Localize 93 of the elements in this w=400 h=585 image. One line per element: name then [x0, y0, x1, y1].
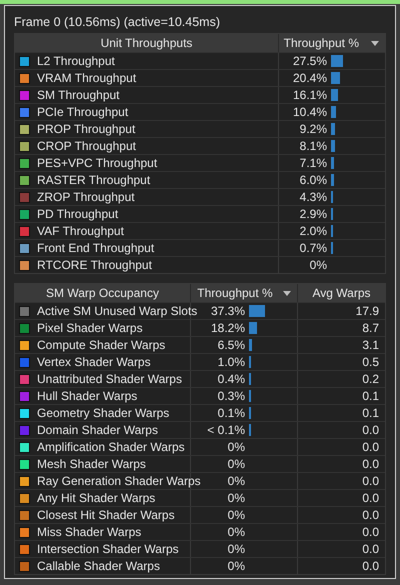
column-header[interactable]: SM Warp Occupancy	[15, 284, 191, 302]
throughput-value: 10.4%	[292, 104, 327, 121]
throughput-bar	[331, 106, 336, 118]
avg-warps-value: 0.0	[362, 507, 379, 524]
avg-warps-value: 0.0	[362, 473, 379, 490]
row-label: L2 Throughput	[37, 53, 115, 70]
throughput-value: 0%	[228, 439, 245, 456]
avg-warps-value: 0.1	[362, 405, 379, 422]
throughput-value: 2.0%	[300, 223, 327, 240]
throughput-value: 20.4%	[292, 70, 327, 87]
throughput-bar	[331, 55, 344, 67]
throughput-value: 0.1%	[218, 405, 245, 422]
row-label: Unattributed Shader Warps	[37, 371, 182, 388]
row-label: Front End Throughput	[37, 240, 154, 257]
throughput-value: 9.2%	[300, 121, 327, 138]
row-label: Amplification Shader Warps	[37, 439, 185, 456]
avg-warps-value: 0.2	[362, 371, 379, 388]
row-label: Any Hit Shader Warps	[37, 490, 156, 507]
throughput-value: 7.1%	[300, 155, 327, 172]
row-label: Callable Shader Warps	[37, 558, 160, 575]
avg-warps-value: 3.1	[362, 337, 379, 354]
row-label: Intersection Shader Warps	[37, 541, 179, 558]
throughput-value: 0%	[228, 507, 245, 524]
row-label: Geometry Shader Warps	[37, 405, 170, 422]
column-header[interactable]: Throughput %	[191, 284, 298, 302]
avg-warps-value: 0.0	[362, 541, 379, 558]
sort-icon	[371, 40, 379, 46]
row-label: Miss Shader Warps	[37, 524, 142, 541]
throughput-value: 18.2%	[210, 320, 245, 337]
column-header[interactable]: Unit Throughputs	[15, 34, 279, 52]
throughput-value: 0.3%	[218, 388, 245, 405]
throughput-value: 0%	[228, 524, 245, 541]
throughput-value: 0%	[310, 257, 327, 274]
throughput-bar	[249, 305, 266, 317]
throughput-value: 27.5%	[292, 53, 327, 70]
throughput-bar	[331, 140, 335, 152]
avg-warps-value: 0.5	[362, 354, 379, 371]
throughput-value: 2.9%	[300, 206, 327, 223]
row-label: Domain Shader Warps	[37, 422, 158, 439]
avg-warps-value: 17.9	[356, 303, 379, 320]
throughput-value: 0%	[228, 473, 245, 490]
throughput-value: 0.7%	[300, 240, 327, 257]
throughput-value: 0%	[228, 456, 245, 473]
throughput-value: 6.5%	[218, 337, 245, 354]
row-label: Mesh Shader Warps	[37, 456, 146, 473]
throughput-value: 0.4%	[218, 371, 245, 388]
avg-warps-value: 0.1	[362, 388, 379, 405]
row-label: CROP Throughput	[37, 138, 136, 155]
column-header[interactable]: Avg Warps	[298, 284, 385, 302]
throughput-value: 16.1%	[292, 87, 327, 104]
throughput-value: 0%	[228, 558, 245, 575]
row-label: Compute Shader Warps	[37, 337, 166, 354]
throughput-value: 0%	[228, 490, 245, 507]
frame-title: Frame 0 (10.56ms) (active=10.45ms)	[14, 14, 221, 31]
row-label: Vertex Shader Warps	[37, 354, 151, 371]
avg-warps-value: 0.0	[362, 490, 379, 507]
row-label: RTCORE Throughput	[37, 257, 152, 274]
throughput-bar	[331, 123, 336, 135]
row-label: Hull Shader Warps	[37, 388, 138, 405]
throughput-value: 4.3%	[300, 189, 327, 206]
avg-warps-value: 0.0	[362, 422, 379, 439]
row-label: RASTER Throughput	[37, 172, 150, 189]
row-label: ZROP Throughput	[37, 189, 135, 206]
row-label: PCIe Throughput	[37, 104, 128, 121]
row-label: Closest Hit Shader Warps	[37, 507, 175, 524]
avg-warps-value: 0.0	[362, 456, 379, 473]
row-label: SM Throughput	[37, 87, 120, 104]
throughput-bar	[331, 174, 334, 186]
row-label: VRAM Throughput	[37, 70, 136, 87]
avg-warps-value: 0.0	[362, 439, 379, 456]
throughput-value: 37.3%	[210, 303, 245, 320]
row-label: PES+VPC Throughput	[37, 155, 158, 172]
avg-warps-value: 0.0	[362, 524, 379, 541]
throughput-value: < 0.1%	[207, 422, 245, 439]
throughput-value: 0%	[228, 541, 245, 558]
avg-warps-value: 0.0	[362, 558, 379, 575]
avg-warps-value: 8.7	[362, 320, 379, 337]
row-label: PROP Throughput	[37, 121, 136, 138]
throughput-value: 6.0%	[300, 172, 327, 189]
column-header[interactable]: Throughput %	[279, 34, 385, 52]
row-label: VAF Throughput	[37, 223, 124, 240]
throughput-bar	[331, 72, 340, 84]
sort-icon	[282, 290, 291, 296]
row-label: Active SM Unused Warp Slots	[37, 303, 198, 320]
throughput-bar	[249, 322, 257, 334]
row-label: PD Throughput	[37, 206, 118, 223]
row-label: Pixel Shader Warps	[37, 320, 143, 337]
throughput-value: 8.1%	[300, 138, 327, 155]
throughput-value: 1.0%	[218, 354, 245, 371]
throughput-bar	[249, 339, 252, 351]
throughput-bar	[331, 157, 334, 169]
throughput-bar	[331, 89, 338, 101]
row-label: Ray Generation Shader Warps	[37, 473, 201, 490]
